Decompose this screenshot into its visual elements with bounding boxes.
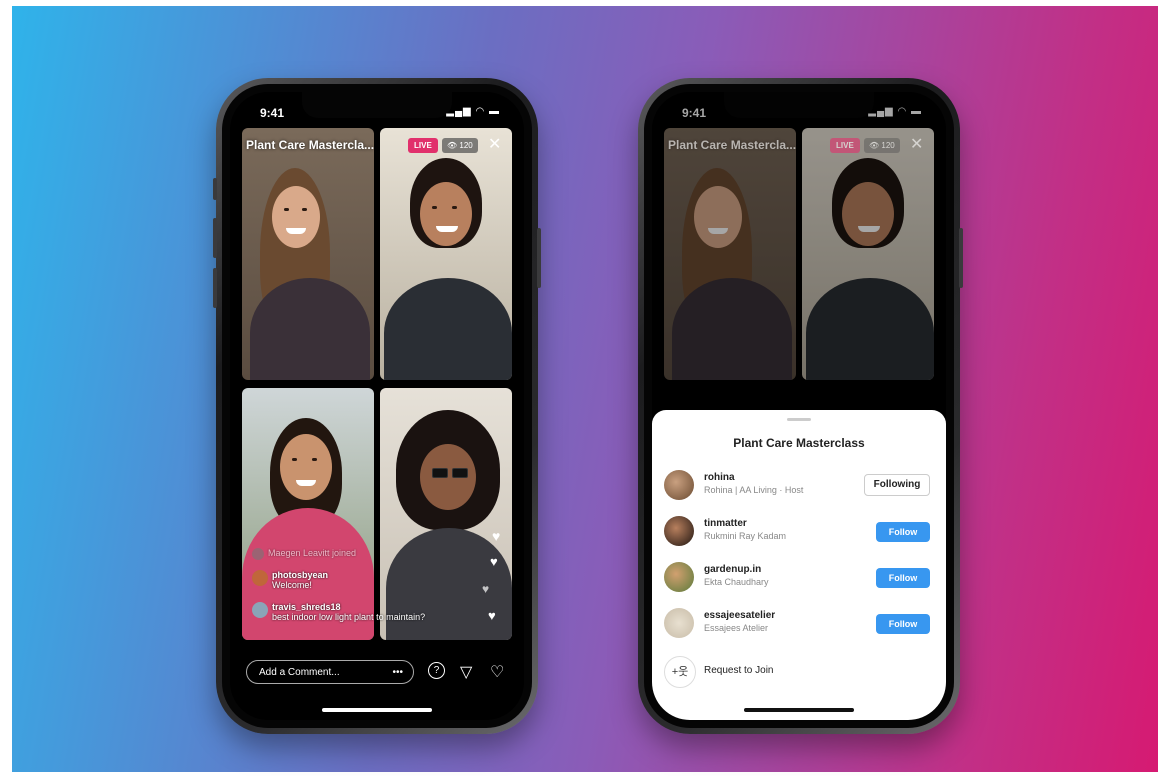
add-person-icon: +웃 <box>664 656 696 688</box>
mute-switch <box>213 178 217 200</box>
heart-reaction-icon: ♥ <box>490 554 498 569</box>
home-indicator[interactable] <box>744 708 854 712</box>
phone-live-view: 9:41 ▂▄▆ ◠ ▬ Plant Care Mastercla... LIV… <box>213 78 541 734</box>
following-button[interactable]: Following <box>864 474 930 496</box>
avatar <box>664 608 694 638</box>
power-button <box>959 228 963 288</box>
follow-button[interactable]: Follow <box>876 522 930 542</box>
live-screen: 9:41 ▂▄▆ ◠ ▬ Plant Care Mastercla... LIV… <box>230 92 524 720</box>
status-icons: ▂▄▆ ◠ ▬ <box>446 106 500 117</box>
heart-reaction-icon: ♥ <box>482 582 490 596</box>
more-icon[interactable]: ••• <box>392 661 403 685</box>
comment-username: travis_shreds18 <box>272 602 341 612</box>
home-indicator[interactable] <box>322 708 432 712</box>
power-button <box>537 228 541 288</box>
question-icon[interactable]: ? <box>428 662 445 679</box>
participant-name: Rohina | AA Living · Host <box>704 485 804 495</box>
participant-name: Essajees Atelier <box>704 623 769 633</box>
comment-text: best indoor low light plant to maintain? <box>272 612 426 622</box>
comment-joined: Maegen Leavitt joined <box>252 548 412 562</box>
video-tile-guest-1[interactable] <box>380 128 512 380</box>
status-time: 9:41 <box>260 106 285 120</box>
close-icon: ✕ <box>910 136 924 153</box>
live-badge: LIVE <box>408 138 438 153</box>
sheet-title: Plant Care Masterclass <box>733 436 865 450</box>
sheet-handle[interactable] <box>787 418 811 421</box>
avatar <box>252 548 264 560</box>
sheet-screen: 9:41 ▂▄▆ ◠ ▬ Plant Care Mastercla... LIV… <box>652 92 946 720</box>
avatar <box>664 562 694 592</box>
live-title: Plant Care Mastercla... <box>246 138 375 152</box>
volume-down-button <box>213 268 217 308</box>
heart-reaction-icon: ♥ <box>492 528 501 544</box>
phone-participants-sheet: 9:41 ▂▄▆ ◠ ▬ Plant Care Mastercla... LIV… <box>638 78 963 734</box>
participant-name: Rukmini Ray Kadam <box>704 531 787 541</box>
avatar <box>252 570 268 586</box>
comment-username: photosbyean <box>272 570 329 580</box>
participant-row[interactable]: gardenup.in Ekta Chaudhary Follow <box>664 560 934 596</box>
close-icon[interactable]: ✕ <box>488 134 501 154</box>
share-icon[interactable]: ▽ <box>460 662 472 682</box>
participant-username: essajeesatelier <box>704 610 776 621</box>
comment-input[interactable]: Add a Comment... ••• <box>246 660 414 684</box>
heart-icon[interactable]: ♡ <box>490 662 504 682</box>
comment-text: Maegen Leavitt joined <box>268 548 357 558</box>
participant-name: Ekta Chaudhary <box>704 577 769 587</box>
heart-reaction-icon: ♥ <box>488 608 496 623</box>
comment-item[interactable]: travis_shreds18 best indoor low light pl… <box>252 602 472 624</box>
participant-row[interactable]: essajeesatelier Essajees Atelier Follow <box>664 606 934 642</box>
notch <box>302 92 452 118</box>
viewer-count: 👁 120 <box>864 138 900 153</box>
avatar <box>664 470 694 500</box>
follow-button[interactable]: Follow <box>876 568 930 588</box>
gradient-background <box>12 6 1158 772</box>
live-badge: LIVE <box>830 138 860 153</box>
participant-username: tinmatter <box>704 518 747 529</box>
follow-button[interactable]: Follow <box>876 614 930 634</box>
live-title: Plant Care Mastercla... <box>668 138 797 152</box>
participant-row[interactable]: rohina Rohina | AA Living · Host Followi… <box>664 468 934 504</box>
participants-sheet: Plant Care Masterclass rohina Rohina | A… <box>652 410 946 720</box>
comment-item[interactable]: photosbyean Welcome! <box>252 570 412 592</box>
avatar <box>252 602 268 618</box>
video-tile-host[interactable] <box>242 128 374 380</box>
participant-username: gardenup.in <box>704 564 762 575</box>
participant-username: rohina <box>704 472 735 483</box>
comment-placeholder: Add a Comment... <box>259 667 340 678</box>
viewer-count[interactable]: 👁 120 <box>442 138 478 153</box>
comment-text: Welcome! <box>272 580 312 590</box>
avatar <box>664 516 694 546</box>
volume-up-button <box>213 218 217 258</box>
request-to-join-row[interactable]: +웃 Request to Join <box>664 654 934 690</box>
request-to-join-label: Request to Join <box>704 665 774 676</box>
participant-row[interactable]: tinmatter Rukmini Ray Kadam Follow <box>664 514 934 550</box>
